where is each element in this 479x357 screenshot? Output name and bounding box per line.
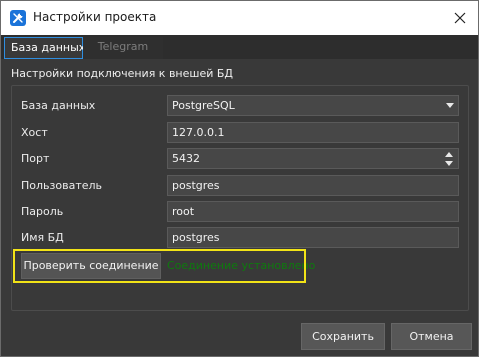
port-spinbox[interactable]: 5432	[167, 148, 459, 169]
database-select[interactable]: PostgreSQL	[167, 95, 459, 116]
password-input[interactable]: root	[167, 201, 459, 222]
tab-bar: База данных Telegram	[1, 35, 478, 59]
user-input[interactable]: postgres	[167, 175, 459, 196]
highlight-box	[13, 249, 306, 283]
close-button[interactable]	[448, 6, 472, 30]
dbname-label: Имя БД	[21, 231, 64, 244]
user-label: Пользователь	[21, 179, 103, 192]
host-input[interactable]: 127.0.0.1	[167, 122, 459, 143]
port-label: Порт	[21, 152, 50, 165]
close-icon	[454, 12, 466, 24]
database-value: PostgreSQL	[172, 99, 235, 112]
spin-down-icon[interactable]	[445, 161, 453, 166]
title-bar: Настройки проекта	[1, 1, 478, 35]
password-label: Пароль	[21, 205, 64, 218]
cancel-button[interactable]: Отмена	[391, 323, 472, 350]
window-title: Настройки проекта	[33, 10, 157, 24]
tab-telegram[interactable]: Telegram	[83, 37, 163, 59]
dbname-input[interactable]: postgres	[167, 227, 459, 248]
database-label: База данных	[21, 99, 96, 112]
chevron-down-icon[interactable]	[446, 103, 454, 108]
tab-database[interactable]: База данных	[4, 37, 85, 59]
project-settings-dialog: Настройки проекта База данных Telegram Н…	[0, 0, 479, 357]
wrench-screwdriver-icon	[10, 10, 26, 26]
save-button[interactable]: Сохранить	[301, 323, 385, 350]
spin-up-icon[interactable]	[445, 152, 453, 157]
section-title: Настройки подключения к внешей БД	[11, 67, 234, 80]
port-value: 5432	[172, 152, 200, 165]
host-label: Хост	[21, 126, 48, 139]
